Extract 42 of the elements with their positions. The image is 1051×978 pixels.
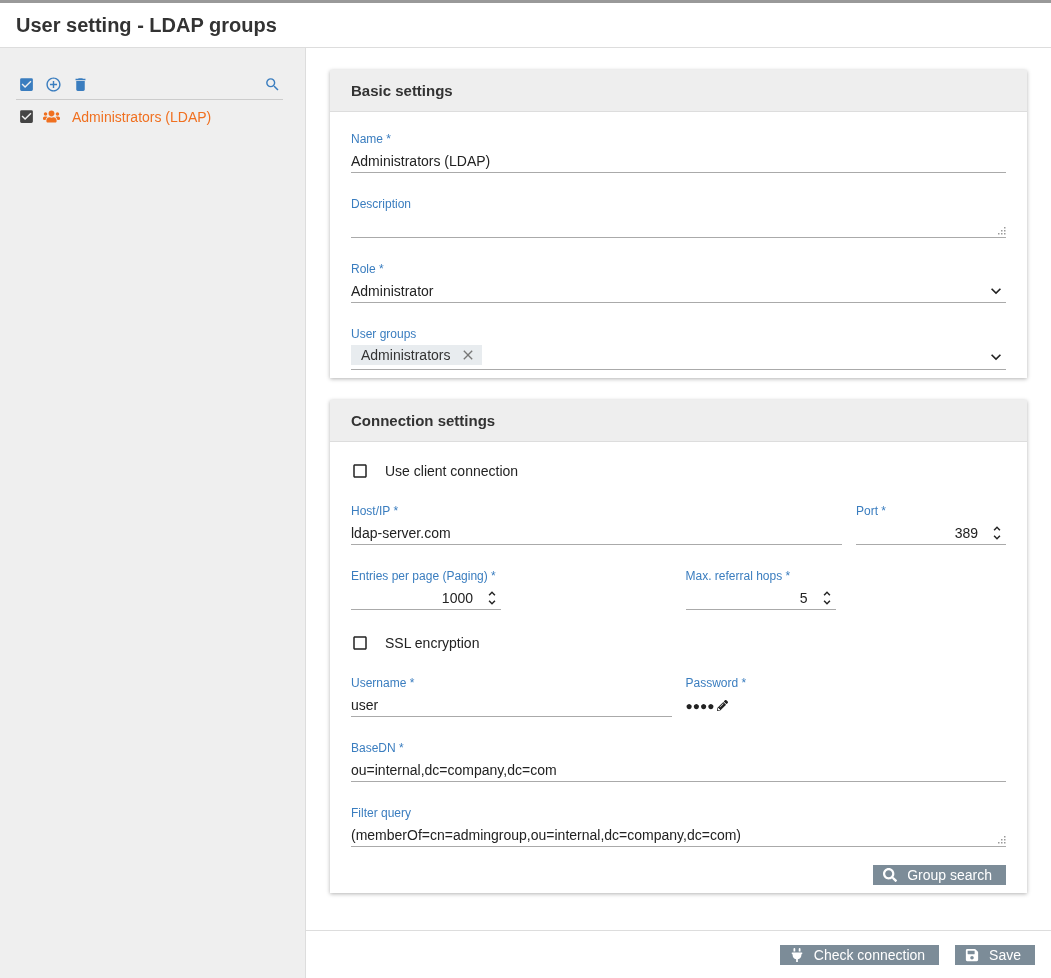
field-label: Name * [351, 132, 392, 146]
field-label: BaseDN * [351, 741, 405, 755]
checkbox[interactable] [351, 462, 369, 480]
checkbox[interactable] [351, 634, 369, 652]
select-field[interactable]: Administrator [351, 280, 1006, 303]
number-field[interactable]: 1000 [351, 587, 501, 610]
number-field[interactable]: 389 [856, 522, 1006, 545]
field-label: Filter query [351, 806, 413, 820]
text-field[interactable]: ldap-server.com [351, 522, 842, 545]
users-icon [43, 108, 60, 125]
text-field[interactable]: user [351, 694, 672, 717]
page-title: User setting - LDAP groups [16, 13, 277, 37]
add-button[interactable] [45, 76, 62, 93]
search-button[interactable] [264, 76, 281, 93]
field-label: Host/IP * [351, 504, 400, 518]
text-area[interactable]: (memberOf=cn=admingroup,ou=internal,dc=company,dc=com) [351, 824, 1006, 847]
pencil-icon[interactable] [716, 700, 728, 711]
field-label: Password * [685, 676, 748, 690]
field-label: User groups [351, 327, 418, 341]
text-field[interactable]: Administrators (LDAP) [351, 150, 1006, 173]
text-field[interactable]: ou=internal,dc=company,dc=com [351, 759, 1006, 782]
password-value: ●●●● [685, 698, 715, 713]
field-label: Max. referral hops * [685, 569, 792, 583]
group-tag: Administrators [351, 345, 483, 365]
field-label: Username * [351, 676, 416, 690]
checkbox[interactable] [18, 108, 35, 125]
checkbox-label: Use client connection [385, 463, 519, 479]
resize-grip-icon [998, 227, 1006, 235]
search-icon [883, 868, 898, 882]
card-title: Basic settings [330, 70, 1027, 112]
multi-select-field[interactable]: Administrators [351, 345, 1006, 370]
select-all-button[interactable] [18, 76, 35, 93]
field-label: Port * [856, 504, 887, 518]
checkbox-label: SSL encryption [385, 635, 480, 651]
field-label: Role * [351, 262, 385, 276]
card-title: Connection settings [330, 400, 1027, 442]
plug-icon [789, 947, 804, 962]
number-field[interactable]: 5 [685, 587, 836, 610]
resize-grip-icon [998, 836, 1006, 844]
group-name: Administrators (LDAP) [72, 108, 212, 125]
field-label: Entries per page (Paging) * [351, 569, 497, 583]
field-label: Description [351, 197, 413, 211]
